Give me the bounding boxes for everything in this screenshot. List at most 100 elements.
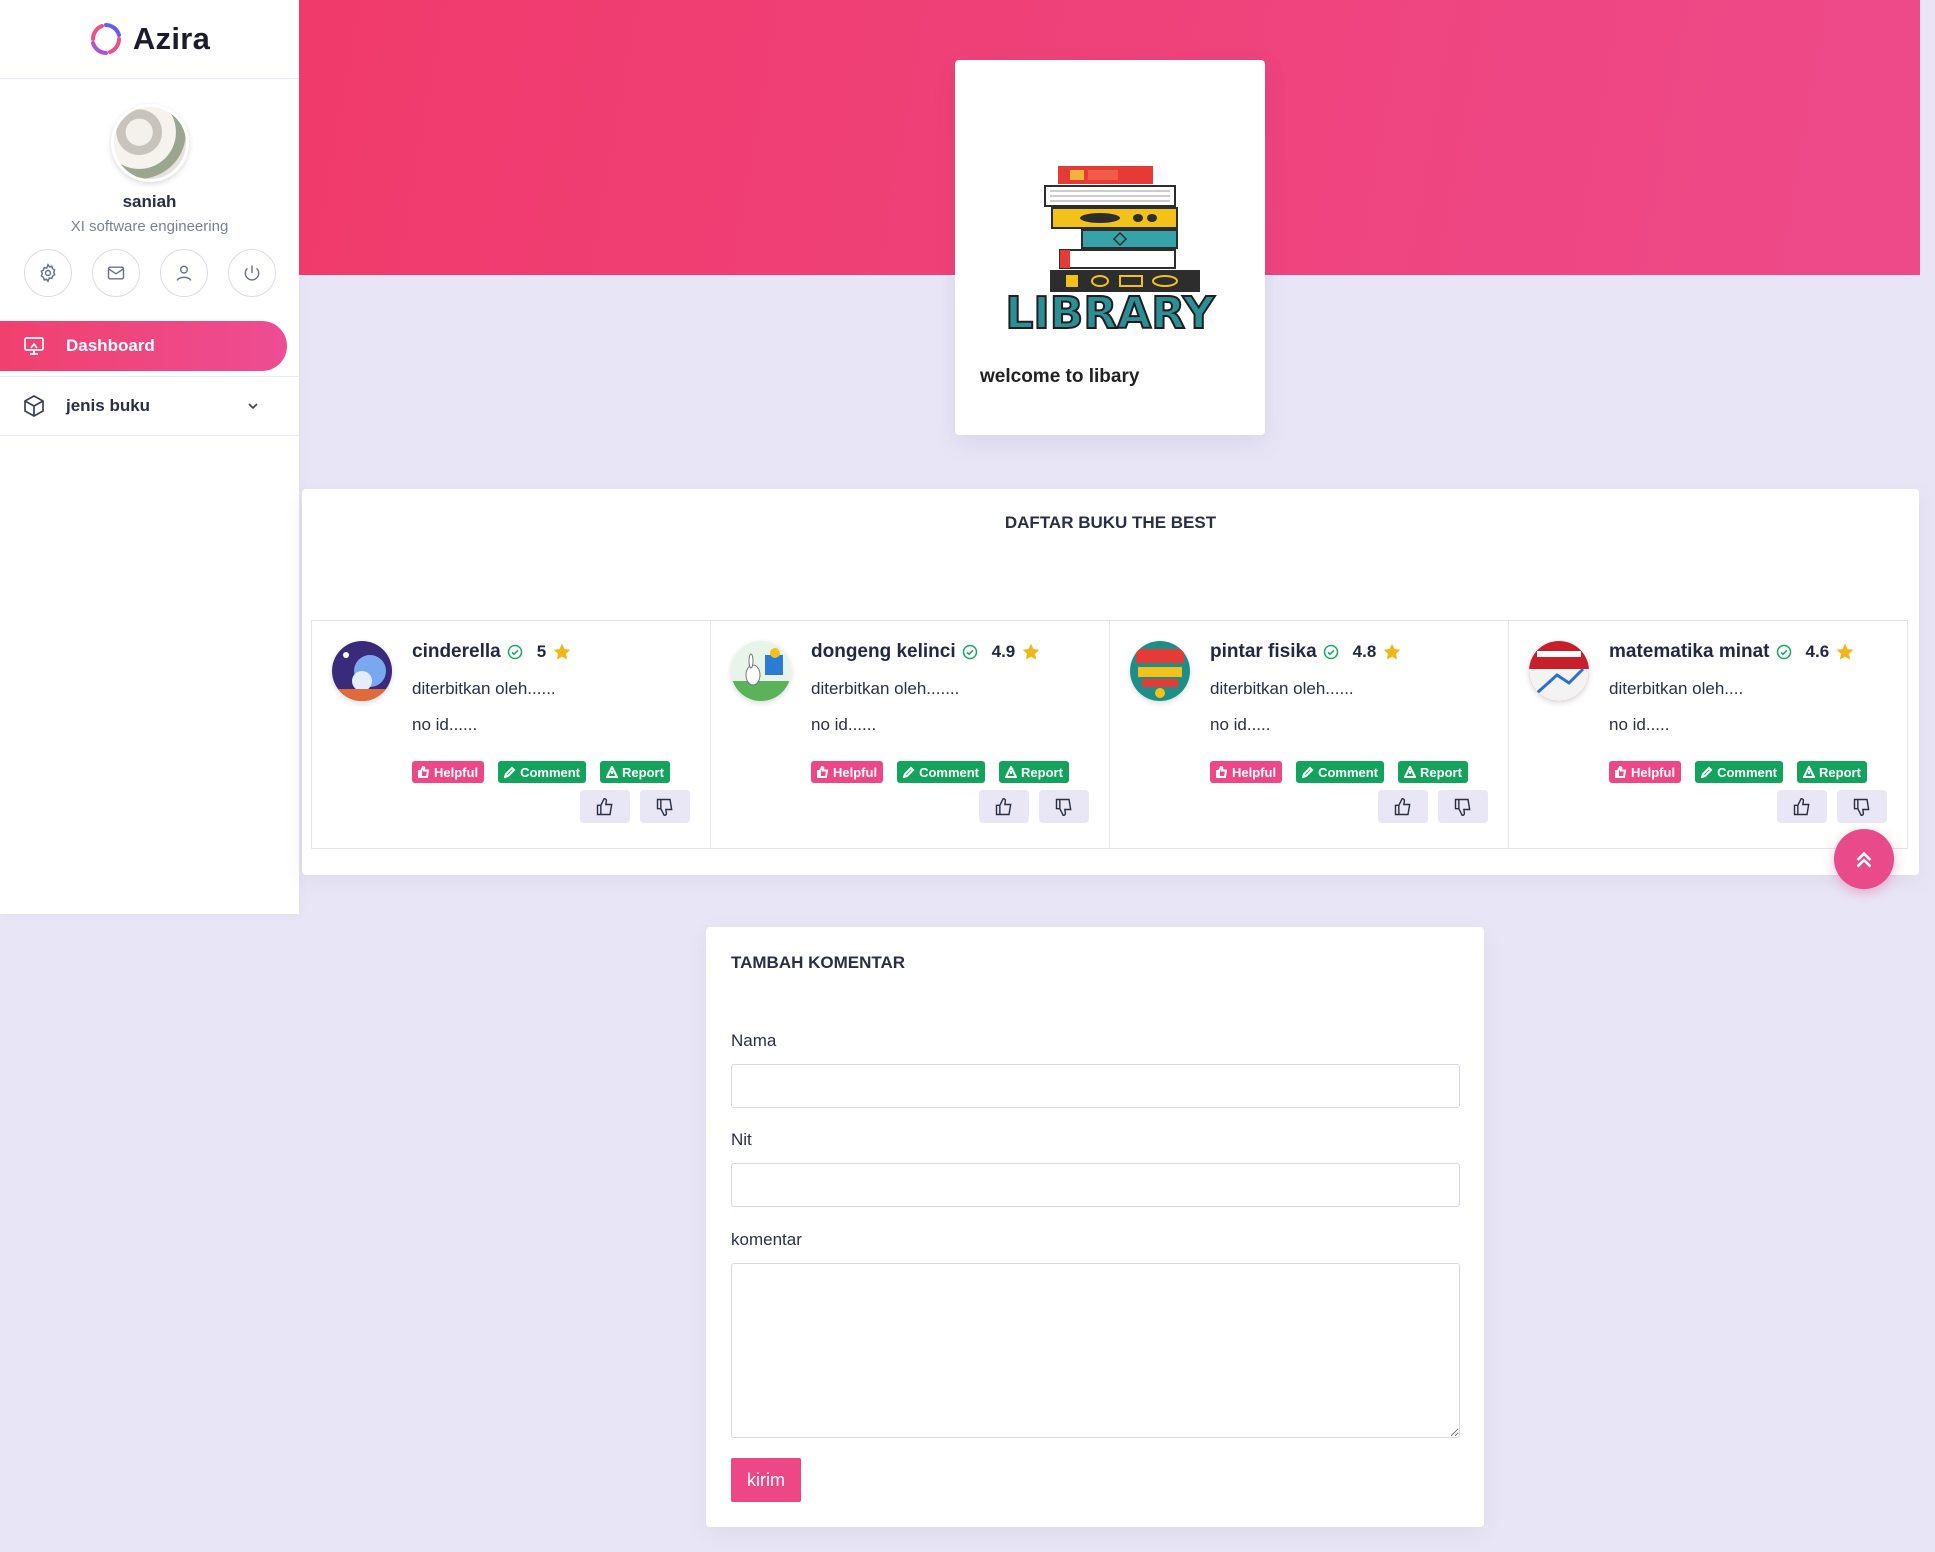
report-tag[interactable]: Report — [999, 761, 1069, 783]
book-publisher: diterbitkan oleh....... — [811, 679, 960, 698]
comment-tag[interactable]: Comment — [897, 761, 986, 783]
profile-name: saniah — [122, 192, 177, 211]
sidebar-menu: Dashboard jenis buku — [0, 321, 299, 436]
sidebar: Azira saniah XI software engineering Das… — [0, 0, 299, 914]
book-card: dongeng kelinci 4.9 diterbitkan oleh....… — [710, 620, 1110, 849]
star-icon — [1383, 643, 1401, 660]
book-cover-image — [1529, 641, 1589, 701]
book-rating: 4.8 — [1352, 642, 1377, 661]
helpful-tag[interactable]: Helpful — [811, 761, 884, 783]
profile-role: XI software engineering — [70, 218, 229, 235]
comment-form-title: TAMBAH KOMENTAR — [731, 953, 906, 972]
warning-icon — [606, 766, 619, 778]
welcome-card: LIBRARY welcome to libary — [955, 60, 1265, 435]
like-button[interactable] — [1378, 790, 1428, 823]
comment-label: Comment — [919, 764, 980, 780]
like-button[interactable] — [580, 790, 630, 823]
star-icon — [1836, 643, 1854, 660]
comment-tag[interactable]: Comment — [498, 761, 587, 783]
like-button[interactable] — [979, 790, 1029, 823]
helpful-label: Helpful — [1631, 764, 1676, 780]
comment-form: TAMBAH KOMENTAR Nama Nit komentar kirim — [706, 927, 1484, 1527]
nit-field[interactable] — [731, 1163, 1460, 1207]
book-title[interactable]: cinderella — [412, 641, 501, 663]
thumbs-up-icon — [1793, 797, 1810, 815]
verified-check-icon — [962, 644, 977, 660]
dislike-button[interactable] — [1039, 790, 1089, 823]
comment-tag[interactable]: Comment — [1695, 761, 1784, 783]
book-cover-matematika-minat[interactable] — [1529, 641, 1589, 701]
comment-tag[interactable]: Comment — [1296, 761, 1385, 783]
book-title-line: matematika minat 4.6 — [1609, 641, 1855, 663]
thumbs-up-icon — [1615, 766, 1627, 778]
mail-icon — [107, 266, 124, 280]
helpful-tag[interactable]: Helpful — [1609, 761, 1682, 783]
vote-buttons — [979, 790, 1089, 823]
sidebar-item-jenis-buku[interactable]: jenis buku — [0, 377, 299, 435]
thumbs-down-icon — [1055, 798, 1072, 816]
like-button[interactable] — [1777, 790, 1827, 823]
book-title[interactable]: matematika minat — [1609, 641, 1770, 663]
thumbs-up-icon — [1216, 766, 1228, 778]
report-tag[interactable]: Report — [1797, 761, 1867, 783]
verified-check-icon — [1776, 644, 1791, 660]
report-tag[interactable]: Report — [600, 761, 670, 783]
mail-button[interactable] — [91, 249, 140, 297]
book-title-line: cinderella 5 — [412, 641, 572, 663]
pencil-icon — [504, 766, 516, 778]
helpful-tag[interactable]: Helpful — [412, 761, 485, 783]
book-list: cinderella 5 diterbitkan oleh...... no i… — [311, 620, 1908, 849]
divider — [0, 435, 299, 436]
settings-button[interactable] — [23, 249, 72, 297]
book-cover-pintar-fisika[interactable] — [1130, 641, 1190, 701]
book-cover-cinderella[interactable] — [332, 641, 392, 701]
book-cover-image — [731, 641, 791, 701]
thumbs-up-icon — [817, 766, 829, 778]
helpful-label: Helpful — [434, 764, 479, 780]
dislike-button[interactable] — [1438, 790, 1488, 823]
book-publisher: diterbitkan oleh...... — [412, 679, 556, 698]
best-books-title: DAFTAR BUKU THE BEST — [1004, 513, 1217, 532]
nit-label: Nit — [731, 1130, 752, 1149]
thumbs-up-icon — [418, 766, 430, 778]
book-cover-image — [1130, 641, 1190, 701]
helpful-label: Helpful — [1232, 764, 1277, 780]
comment-textarea[interactable] — [731, 1263, 1460, 1438]
star-icon — [553, 643, 571, 660]
helpful-tag[interactable]: Helpful — [1210, 761, 1283, 783]
double-chevron-up-icon — [1856, 851, 1872, 868]
box-icon — [24, 395, 44, 417]
book-card: cinderella 5 diterbitkan oleh...... no i… — [311, 620, 711, 849]
book-cover-dongeng-kelinci[interactable] — [731, 641, 791, 701]
profile-button[interactable] — [159, 249, 208, 297]
pencil-icon — [1302, 766, 1314, 778]
pencil-icon — [903, 766, 915, 778]
report-label: Report — [1420, 764, 1462, 780]
name-field[interactable] — [731, 1064, 1460, 1108]
sidebar-item-dashboard[interactable]: Dashboard — [0, 321, 287, 371]
report-tag[interactable]: Report — [1398, 761, 1468, 783]
welcome-text: welcome to libary — [980, 366, 1140, 387]
verified-check-icon — [507, 644, 522, 660]
best-books-panel: DAFTAR BUKU THE BEST cinderella 5 diterb… — [302, 489, 1919, 875]
thumbs-up-icon — [995, 797, 1012, 815]
report-label: Report — [1819, 764, 1861, 780]
dislike-button[interactable] — [1837, 790, 1887, 823]
book-rating: 5 — [536, 642, 547, 661]
vote-buttons — [580, 790, 690, 823]
thumbs-down-icon — [1454, 798, 1471, 816]
helpful-label: Helpful — [833, 764, 878, 780]
book-id: no id..... — [1609, 715, 1670, 734]
dislike-button[interactable] — [640, 790, 690, 823]
scroll-to-top-button[interactable] — [1834, 829, 1894, 889]
thumbs-up-icon — [596, 797, 613, 815]
logout-button[interactable] — [227, 249, 276, 297]
book-title[interactable]: dongeng kelinci — [811, 641, 956, 663]
book-title[interactable]: pintar fisika — [1210, 641, 1317, 663]
submit-button[interactable]: kirim — [731, 1458, 801, 1502]
profile-actions — [0, 249, 299, 297]
thumbs-down-icon — [1853, 798, 1870, 816]
profile: saniah XI software engineering — [0, 79, 299, 297]
avatar[interactable] — [110, 104, 189, 182]
book-rating: 4.9 — [991, 642, 1016, 661]
